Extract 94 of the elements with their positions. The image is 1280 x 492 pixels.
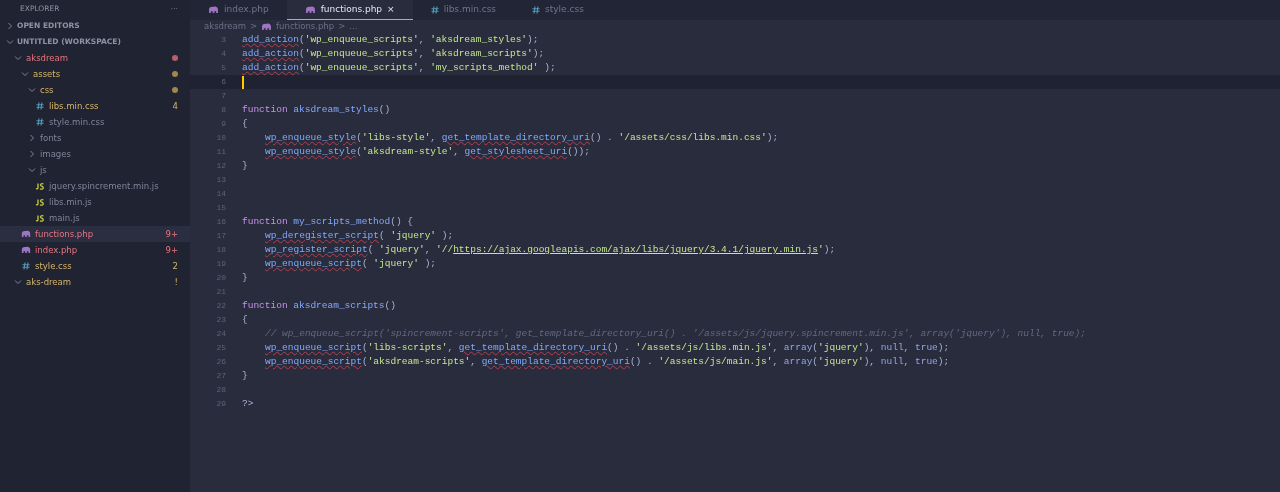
file-name: aksdream [26,51,68,65]
file-name: css [40,83,54,97]
file-name: main.js [49,211,80,225]
file-name: assets [33,67,61,81]
file-name: images [40,147,71,161]
editor-tab[interactable]: index.php [190,0,287,20]
file-name: libs.min.css [49,99,99,113]
hash-icon [532,5,541,14]
chevron-down-icon[interactable] [28,86,36,94]
line-number: 12 [215,160,227,172]
code-line: wp_enqueue_script('libs-scripts', get_template_directory_uri() . '/assets/js/libs.min.js', array('jquery'), null, true); [265,340,950,355]
problem-count: 9+ [165,243,178,257]
editor-tab[interactable]: functions.php × [286,0,413,20]
editor-tab[interactable]: libs.min.css [412,0,515,20]
chevron-right-icon[interactable] [6,22,14,30]
code-line: } [242,158,248,173]
tree-item[interactable]: images [0,146,190,162]
code-line: { [242,116,248,131]
problem-count: 4 [172,99,178,113]
breadcrumb-separator: > [250,20,258,33]
file-name: functions.php [35,227,94,241]
chevron-down-icon[interactable] [21,70,29,78]
js-file-icon [35,198,45,206]
tree-item[interactable]: libs.min.js [0,194,190,210]
breadcrumb-item[interactable]: functions.php [276,20,335,33]
code-line: } [242,270,248,285]
tree-item[interactable]: index.php 9+ [0,242,190,258]
tree-item[interactable]: functions.php 9+ [0,226,190,242]
line-number: 24 [215,328,227,340]
code-line: function aksdream_styles() [242,102,391,117]
tree-item[interactable]: jquery.spincrement.min.js [0,178,190,194]
elephant-icon [21,230,31,238]
line-number: 4 [220,48,227,60]
code-line: ?> [242,396,254,411]
tree-item[interactable]: assets [0,66,190,82]
code-line: wp_enqueue_style('aksdream-style', get_stylesheet_uri()); [265,144,590,159]
code-line: // wp_enqueue_script('spincrement-scripts', get_template_directory_uri() . '/assets/js/jquery.spincrement.min.js', array('jquery'), null, true); [265,326,1086,341]
problem-count: ! [174,275,178,289]
chevron-down-icon[interactable] [6,38,14,46]
code-line: add_action('wp_enqueue_scripts', 'aksdream_scripts'); [242,46,545,61]
chevron-right-icon[interactable] [28,150,36,158]
file-name: jquery.spincrement.min.js [49,179,159,193]
js-file-icon [35,182,45,190]
tree-item[interactable]: style.min.css [0,114,190,130]
code-line: wp_enqueue_script('aksdream-scripts', get_template_directory_uri() . '/assets/js/main.js', array('jquery'), null, true); [265,354,950,369]
tree-item[interactable]: aksdream [0,50,190,66]
code-line: wp_deregister_script( 'jquery' ); [265,228,454,243]
file-name: js [40,163,47,177]
code-line: wp_enqueue_script( 'jquery' ); [265,256,437,271]
problem-count: 9+ [165,227,178,241]
breadcrumb-separator: > [338,20,346,33]
chevron-down-icon[interactable] [14,278,22,286]
tree-item[interactable]: css [0,82,190,98]
elephant-icon [304,5,316,14]
code-line: wp_enqueue_style('libs-style', get_template_directory_uri() . '/assets/css/libs.min.css'); [265,130,779,145]
file-name: style.css [35,259,72,273]
close-icon[interactable]: × [387,2,395,17]
breadcrumb-item[interactable]: aksdream [204,20,246,33]
problem-count: 2 [172,259,178,273]
line-number: 6 [220,76,227,88]
file-name: fonts [40,131,62,145]
tree-item[interactable]: style.css 2 [0,258,190,274]
chevron-down-icon[interactable] [28,166,36,174]
file-name: style.min.css [49,115,105,129]
editor-tab[interactable]: style.css [514,0,602,20]
hash-icon [22,262,30,270]
tree-item[interactable]: libs.min.css 4 [0,98,190,114]
tree-item[interactable]: fonts [0,130,190,146]
code-line: add_action('wp_enqueue_scripts', 'aksdream_styles'); [242,32,539,47]
line-number: 22 [215,300,227,312]
breadcrumb-item[interactable]: ... [349,20,358,33]
tree-item[interactable]: js [0,162,190,178]
chevron-down-icon[interactable] [14,54,22,62]
hash-icon [430,5,439,14]
tree-item[interactable]: aks-dream ! [0,274,190,290]
elephant-icon [261,22,273,31]
line-number: 14 [215,188,227,200]
js-file-icon [35,214,45,222]
file-name: aks-dream [26,275,72,289]
code-line: } [242,368,248,383]
code-line: add_action('wp_enqueue_scripts', 'my_scripts_method' ); [242,60,556,75]
chevron-right-icon[interactable] [28,134,36,142]
file-name: libs.min.js [49,195,92,209]
code-line: wp_register_script( 'jquery', '//https://ajax.googleapis.com/ajax/libs/jquery/3.4.1/jquery.min.js'); [265,242,836,257]
tree-item[interactable]: main.js [0,210,190,226]
code-line: function aksdream_scripts() [242,298,396,313]
code-line: { [242,312,248,327]
text-cursor [242,75,244,89]
file-name: index.php [35,243,78,257]
code-line: function my_scripts_method() { [242,214,414,229]
hash-icon [36,102,44,110]
elephant-icon [208,5,219,14]
elephant-icon [21,246,31,254]
hash-icon [36,118,44,126]
